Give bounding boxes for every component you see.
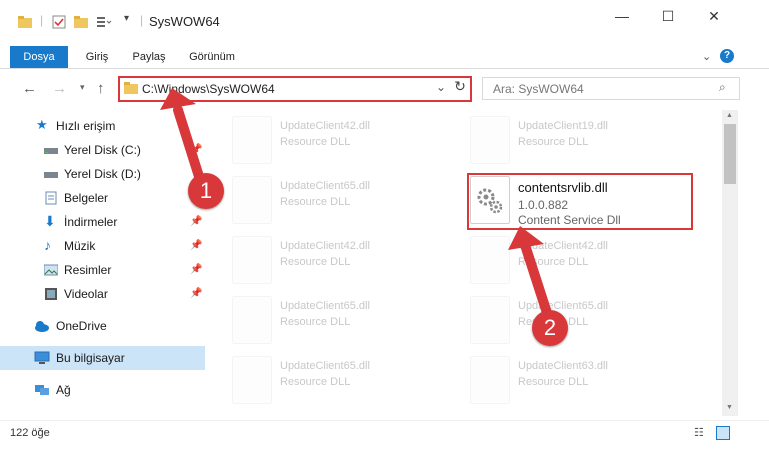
tiles-view-icon[interactable] <box>716 426 730 440</box>
status-bar: 122 öğe ☷ <box>0 420 769 445</box>
details-view-icon[interactable]: ☷ <box>694 426 704 439</box>
step-badge-2: 2 <box>532 310 568 346</box>
arrow-head <box>508 226 544 250</box>
arrow-head <box>160 88 196 110</box>
step-badge-1: 1 <box>188 173 224 209</box>
item-count: 122 öğe <box>10 427 50 439</box>
annotation-arrows <box>160 88 553 321</box>
arrow-to-file <box>521 243 553 321</box>
